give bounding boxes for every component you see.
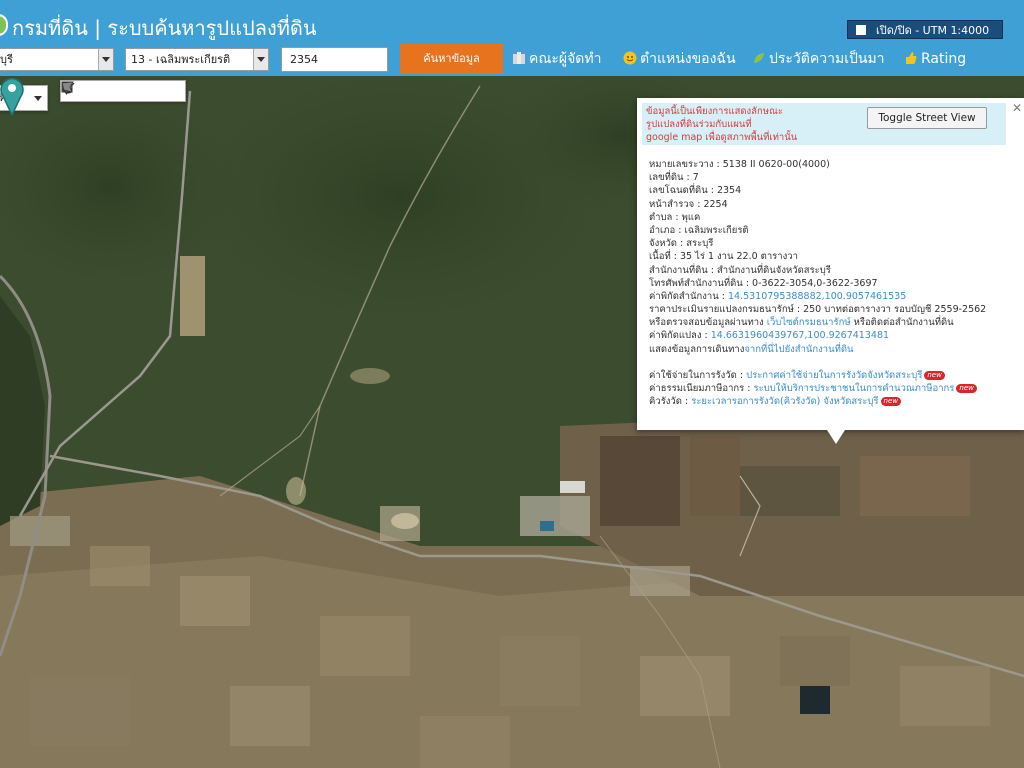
nav-team-label: คณะผู้จัดทำ: [529, 51, 602, 67]
nav-history-label: ประวัติความเป็นมา: [769, 51, 885, 67]
province-select-value: บุรี: [0, 53, 13, 66]
district-select-value: 13 - เฉลิมพระเกียรติ: [131, 53, 231, 66]
district-select[interactable]: 13 - เฉลิมพระเกียรติ: [125, 48, 269, 71]
nav-my-location-label: ตำแหน่งของฉัน: [640, 51, 736, 67]
office-coordinates: ค่าพิกัดสำนักงาน : 14.5310795388882,100.…: [649, 290, 1021, 303]
app-header: กรมที่ดิน | ระบบค้นหารูปแปลงที่ดิน เปิด/…: [0, 0, 1024, 76]
team-icon: [513, 52, 525, 64]
map-disclaimer: ข้อมูลนี้เป็นเพียงการแสดงลักษณะ รูปแปลงท…: [642, 103, 1006, 145]
search-button[interactable]: ค้นหาข้อมูล: [400, 44, 503, 74]
survey-page: หน้าสำรวจ : 2254: [649, 198, 728, 210]
toggle-street-view-button[interactable]: Toggle Street View: [867, 107, 987, 129]
utm-checkbox[interactable]: [856, 25, 866, 35]
drawing-toolbar: [60, 80, 186, 102]
new-badge: new: [956, 384, 977, 393]
nav-team[interactable]: คณะผู้จัดทำ: [512, 50, 601, 68]
appraisal-price: ราคาประเมินรายแปลงกรมธนารักษ์ : 250 บาทต…: [649, 304, 987, 316]
smiley-icon: [623, 51, 637, 65]
treasury-check-suffix: หรือติดต่อสำนักงานที่ดิน: [850, 317, 954, 329]
marker-icon[interactable]: [62, 81, 104, 101]
new-badge: new: [924, 370, 945, 380]
treasury-website-link[interactable]: เว็บไซต์กรมธนารักษ์: [767, 317, 851, 328]
utm-toggle[interactable]: เปิด/ปิด - UTM 1:4000: [847, 20, 1003, 39]
info-window-pointer: [827, 430, 845, 444]
chevron-down-icon: [34, 96, 42, 101]
nav-my-location[interactable]: ตำแหน่งของฉัน: [623, 50, 736, 68]
route-prefix: แสดงข้อมูลการเดินทาง: [649, 343, 745, 355]
province: จังหวัด : สระบุรี: [649, 238, 714, 250]
survey-cost-link[interactable]: ประกาศค่าใช้จ่ายในการรังวัดจังหวัดสระบุร…: [746, 370, 922, 381]
office-coord-link[interactable]: 14.5310795388882,100.9057461535: [728, 291, 906, 302]
route-link[interactable]: จากที่นี่ไปยังสำนักงานที่ดิน: [744, 344, 853, 355]
close-icon[interactable]: ✕: [1012, 101, 1022, 115]
parcel-info-window: ✕ ข้อมูลนี้เป็นเพียงการแสดงลักษณะ รูปแปล…: [637, 98, 1024, 430]
nav-rating[interactable]: Rating: [904, 50, 966, 68]
nav-rating-label: Rating: [921, 51, 967, 67]
tax-fee: ค่าธรรมเนียมภาษีอากร : ระบบให้บริการประช…: [649, 382, 1021, 395]
survey-cost: ค่าใช้จ่ายในการรังวัด : ประกาศค่าใช้จ่าย…: [649, 369, 1021, 382]
land-number: เลขที่ดิน : 7: [649, 172, 699, 184]
parcel-coord-link[interactable]: 14.6631960439767,100.9267413481: [711, 330, 889, 341]
tax-fee-label: ค่าธรรมเนียมภาษีอากร :: [649, 383, 754, 394]
land-office: สำนักงานที่ดิน : สำนักงานที่ดินจังหวัดสร…: [649, 264, 831, 276]
rectangle-icon[interactable]: [61, 81, 144, 101]
dol-logo: [0, 14, 8, 36]
province-select[interactable]: บุรี: [0, 48, 114, 71]
deed-number: เลขโฉนดที่ดิน : 2354: [649, 185, 742, 197]
chevron-down-icon[interactable]: [98, 49, 113, 70]
new-badge: new: [880, 397, 901, 407]
polyline-icon[interactable]: [61, 81, 124, 101]
survey-cost-label: ค่าใช้จ่ายในการรังวัด :: [649, 369, 747, 381]
site-title: กรมที่ดิน | ระบบค้นหารูปแปลงที่ดิน: [12, 16, 317, 40]
nav-history[interactable]: ประวัติความเป็นมา: [752, 50, 885, 68]
treasury-check: หรือตรวจสอบข้อมูลผ่านทาง เว็บไซต์กรมธนาร…: [649, 316, 1021, 329]
disclaimer-line: google map เพื่อดูสภาพพื้นที่เท่านั้น: [646, 132, 798, 143]
district: อำเภอ : เฉลิมพระเกียรติ: [649, 224, 749, 236]
polygon-icon[interactable]: [61, 81, 184, 101]
circle-icon[interactable]: [61, 81, 164, 101]
sheet-number: หมายเลขระวาง : 5138 II 0620-00(4000): [649, 159, 830, 170]
treasury-check-prefix: หรือตรวจสอบข้อมูลผ่านทาง: [649, 317, 767, 329]
parcel-coordinates: ค่าพิกัดแปลง : 14.6631960439767,100.9267…: [649, 329, 1021, 342]
parcel-pin-icon[interactable]: [0, 76, 24, 116]
chevron-down-icon[interactable]: [253, 49, 268, 70]
route-info: แสดงข้อมูลการเดินทางจากที่นี่ไปยังสำนักง…: [649, 343, 1021, 356]
parcel-coord-label: ค่าพิกัดแปลง :: [649, 330, 711, 342]
survey-queue-link[interactable]: ระยะเวลารอการรังวัด(คิวรังวัด) จังหวัดสร…: [691, 396, 878, 407]
title-bar: กรมที่ดิน | ระบบค้นหารูปแปลงที่ดิน เปิด/…: [0, 8, 1024, 44]
leaf-icon: [754, 53, 764, 63]
search-row: บุรี 13 - เฉลิมพระเกียรติ ค้นหาข้อมูล คณ…: [0, 44, 1024, 74]
survey-queue-label: คิวรังวัด :: [649, 396, 692, 408]
survey-queue: คิวรังวัด : ระยะเวลารอการรังวัด(คิวรังวั…: [649, 395, 1021, 408]
office-phone: โทรศัพท์สำนักงานที่ดิน : 0-3622-3054,0-3…: [649, 277, 878, 289]
parcel-number-input[interactable]: [281, 47, 388, 72]
subdistrict: ตำบล : พุแค: [649, 211, 701, 223]
parcel-details: หมายเลขระวาง : 5138 II 0620-00(4000) เลข…: [649, 158, 1021, 408]
office-coord-label: ค่าพิกัดสำนักงาน :: [649, 290, 728, 302]
utm-toggle-label: เปิด/ปิด - UTM 1:4000: [876, 24, 990, 37]
land-area: เนื้อที่ : 35 ไร่ 1 งาน 22.0 ตารางวา: [649, 251, 798, 263]
tax-fee-link[interactable]: ระบบให้บริการประชาชนในการคำนวณภาษีอากร: [754, 383, 955, 394]
thumbs-up-icon: [906, 52, 917, 64]
